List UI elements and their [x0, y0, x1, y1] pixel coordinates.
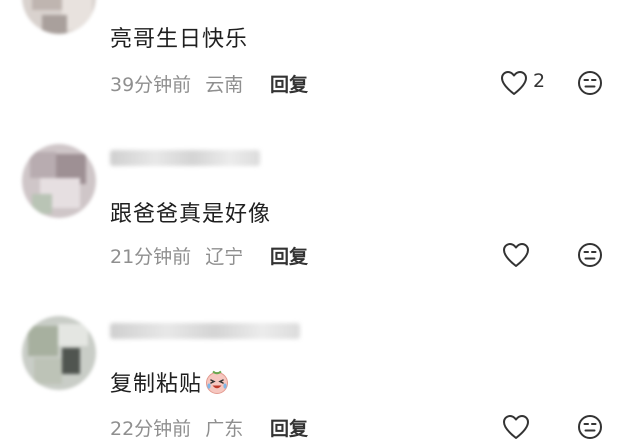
comment-location: 广东 [205, 418, 244, 440]
comment-text: 复制粘贴 [110, 366, 230, 398]
heart-outline-icon[interactable] [502, 414, 530, 440]
reply-button[interactable]: 回复 [270, 70, 308, 97]
avatar[interactable] [22, 144, 96, 218]
comment-meta: 21分钟前 辽宁 [110, 242, 251, 269]
like-count: 2 [533, 70, 546, 92]
username-blurred[interactable] [110, 323, 300, 339]
username-blurred[interactable] [110, 150, 260, 166]
unamused-face-icon[interactable] [577, 70, 603, 96]
comment-time: 39分钟前 [110, 74, 192, 96]
unamused-face-icon[interactable] [577, 414, 603, 440]
crying-laughing-face-emoji [206, 370, 229, 394]
comment-text: 亮哥生日快乐 [110, 27, 249, 52]
comment-location: 辽宁 [205, 246, 244, 268]
comment-text-content: 复制粘贴 [110, 372, 203, 397]
avatar[interactable] [22, 316, 96, 390]
unamused-face-icon[interactable] [577, 242, 603, 268]
reply-button[interactable]: 回复 [270, 414, 308, 441]
heart-outline-icon[interactable] [502, 242, 530, 268]
comment-location: 云南 [205, 74, 244, 96]
reply-button[interactable]: 回复 [270, 242, 308, 269]
comment-text: 跟爸爸真是好像 [110, 202, 272, 227]
heart-outline-icon[interactable] [500, 70, 528, 96]
comment-meta: 39分钟前 云南 [110, 70, 251, 97]
avatar[interactable] [22, 0, 96, 34]
comment-meta: 22分钟前 广东 [110, 414, 251, 441]
comment-time: 21分钟前 [110, 246, 192, 268]
comment-time: 22分钟前 [110, 418, 192, 440]
